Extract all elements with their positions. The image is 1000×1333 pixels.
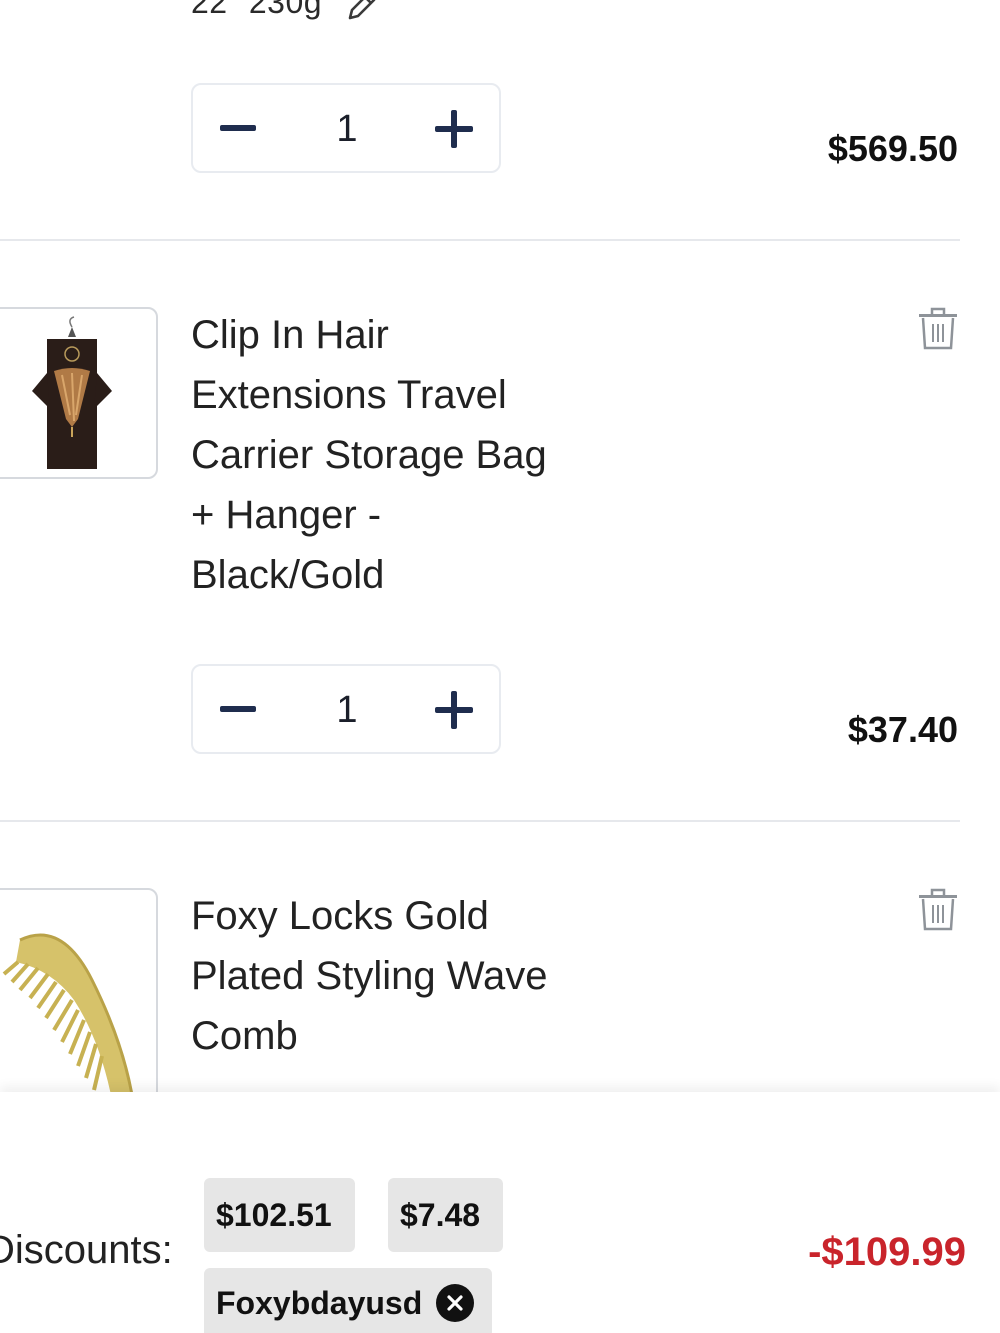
- increase-quantity-button[interactable]: [409, 85, 499, 173]
- trash-icon[interactable]: [916, 306, 960, 352]
- minus-icon: [220, 125, 256, 131]
- discount-code: Foxybdayusd: [216, 1284, 423, 1321]
- edit-pencil-icon[interactable]: [344, 0, 380, 24]
- minus-icon: [220, 706, 256, 712]
- trash-icon[interactable]: [916, 887, 960, 933]
- discount-amount-chip: $7.48: [388, 1178, 503, 1252]
- discount-amount-chip: $102.51: [204, 1178, 355, 1252]
- product-thumbnail[interactable]: [0, 888, 158, 1092]
- quantity-stepper: 1: [191, 664, 501, 754]
- item-variant: 22" 230g: [191, 0, 323, 20]
- cart-items-list: 22" 230g 1 $569.50 Clip In Hair Extensio…: [0, 0, 1000, 1092]
- item-price: $37.40: [847, 709, 958, 750]
- discount-code-chip: Foxybdayusd: [204, 1268, 492, 1333]
- quantity-value[interactable]: 1: [293, 666, 401, 754]
- product-title[interactable]: Foxy Locks Gold Plated Styling Wave Comb: [191, 886, 581, 1066]
- comb-image: [2, 933, 133, 1092]
- order-summary: Discounts: $102.51 $7.48 Foxybdayusd -$1…: [0, 1092, 1000, 1333]
- quantity-value[interactable]: 1: [293, 85, 401, 173]
- divider: [0, 239, 960, 241]
- plus-icon: [435, 110, 473, 148]
- decrease-quantity-button[interactable]: [193, 666, 283, 754]
- plus-icon: [435, 691, 473, 729]
- product-title[interactable]: Clip In Hair Extensions Travel Carrier S…: [191, 305, 581, 605]
- increase-quantity-button[interactable]: [409, 666, 499, 754]
- storage-bag-image: [32, 316, 112, 469]
- discounts-label: Discounts:: [0, 1228, 173, 1272]
- divider: [0, 820, 960, 822]
- remove-code-icon[interactable]: [436, 1284, 475, 1322]
- discount-total: -$109.99: [808, 1230, 966, 1274]
- cart-page: 22" 230g 1 $569.50 Clip In Hair Extensio…: [0, 0, 1000, 1333]
- product-thumbnail[interactable]: [0, 307, 158, 479]
- quantity-stepper: 1: [191, 83, 501, 173]
- decrease-quantity-button[interactable]: [193, 85, 283, 173]
- item-price: $569.50: [827, 128, 958, 169]
